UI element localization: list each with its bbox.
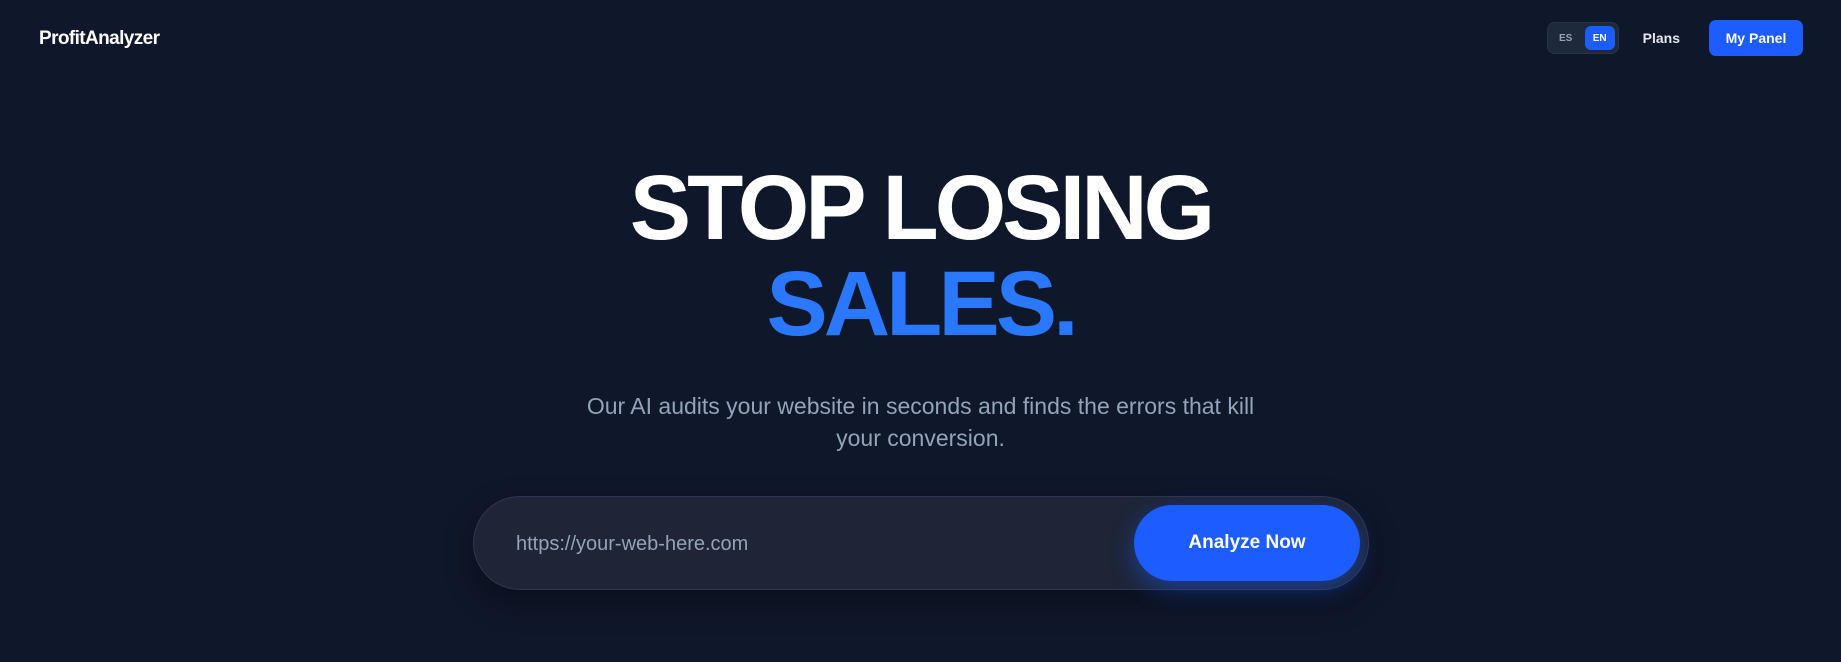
headline-line-1: STOP LOSING: [629, 157, 1215, 259]
hero-subtitle: Our AI audits your website in seconds an…: [586, 393, 1255, 451]
plans-link[interactable]: Plans: [1643, 30, 1680, 46]
url-search-bar: Analyze Now: [473, 496, 1369, 590]
hero-section: STOP LOSING SALES. Our AI audits your we…: [0, 160, 1841, 454]
analyze-now-button[interactable]: Analyze Now: [1134, 505, 1360, 581]
language-es-button[interactable]: ES: [1551, 26, 1581, 50]
language-switcher: ES EN: [1546, 22, 1619, 54]
language-en-button[interactable]: EN: [1584, 26, 1615, 50]
url-input[interactable]: [514, 523, 1098, 565]
hero-headline: STOP LOSING SALES.: [0, 160, 1841, 352]
brand-logo[interactable]: ProfitAnalyzer: [39, 26, 160, 52]
my-panel-button[interactable]: My Panel: [1709, 20, 1803, 56]
headline-line-2: SALES.: [766, 253, 1078, 355]
top-nav: ES EN Plans My Panel: [1546, 20, 1803, 56]
